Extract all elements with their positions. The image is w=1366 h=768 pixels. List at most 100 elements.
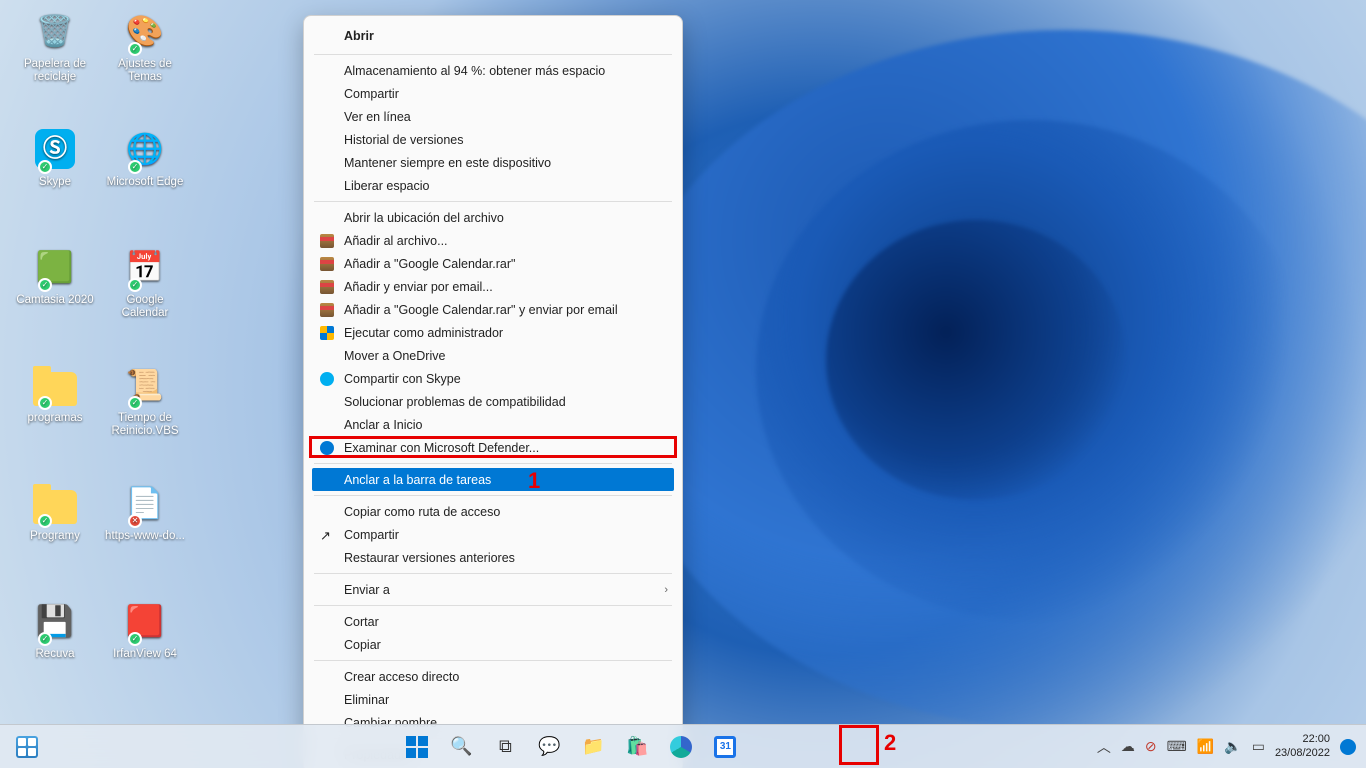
context-menu-item[interactable]: Añadir y enviar por email... bbox=[304, 275, 682, 298]
programy-icon bbox=[32, 480, 78, 526]
blank-icon bbox=[318, 636, 336, 654]
edge-icon: 🌐 bbox=[122, 126, 168, 172]
context-menu-item[interactable]: Compartir bbox=[304, 523, 682, 546]
explorer-button[interactable]: 📁 bbox=[574, 728, 612, 766]
context-menu-item[interactable]: Compartir con Skype bbox=[304, 367, 682, 390]
sync-badge-icon bbox=[38, 278, 52, 292]
context-menu-item[interactable]: Anclar a Inicio bbox=[304, 413, 682, 436]
context-menu-item-label: Añadir y enviar por email... bbox=[344, 280, 668, 294]
context-menu-open[interactable]: Abrir bbox=[304, 22, 682, 50]
context-menu-item-label: Enviar a bbox=[344, 583, 656, 597]
widgets-icon bbox=[16, 736, 38, 758]
desktop-icon-edge[interactable]: 🌐Microsoft Edge bbox=[104, 126, 186, 189]
taskbar: 🔍 ⧉ 💬 📁 🛍️ 31 ︿ ☁ ⊘ ⌨ 📶 🔈 ▭ 22:00 23/08/… bbox=[0, 724, 1366, 768]
context-menu-item-label: Cortar bbox=[344, 615, 668, 629]
blank-icon bbox=[318, 613, 336, 631]
blank-icon bbox=[318, 549, 336, 567]
context-menu-item[interactable]: Mantener siempre en este dispositivo bbox=[304, 151, 682, 174]
desktop-icon-ajustes-temas[interactable]: 🎨Ajustes de Temas bbox=[104, 8, 186, 83]
chat-button[interactable]: 💬 bbox=[530, 728, 568, 766]
context-menu-item[interactable]: Anclar a la barra de tareas bbox=[312, 468, 674, 491]
context-menu-item[interactable]: Crear acceso directo bbox=[304, 665, 682, 688]
context-menu: Abrir Almacenamiento al 94 %: obtener má… bbox=[303, 15, 683, 768]
defender-icon bbox=[318, 439, 336, 457]
context-menu-item-label: Compartir bbox=[344, 87, 668, 101]
desktop-icon-programas[interactable]: programas bbox=[14, 362, 96, 425]
context-menu-item[interactable]: Liberar espacio bbox=[304, 174, 682, 197]
google-calendar-taskbar-button[interactable]: 31 bbox=[706, 728, 744, 766]
tray-chevron-icon[interactable]: ︿ bbox=[1097, 737, 1111, 757]
desktop-icon-label: Ajustes de Temas bbox=[104, 58, 186, 83]
blank-icon bbox=[318, 108, 336, 126]
context-menu-item-label: Compartir con Skype bbox=[344, 372, 668, 386]
clock[interactable]: 22:00 23/08/2022 bbox=[1275, 733, 1330, 759]
search-button[interactable]: 🔍 bbox=[442, 728, 480, 766]
winrar-icon bbox=[318, 255, 336, 273]
windows-icon bbox=[406, 736, 428, 758]
context-menu-item[interactable]: Compartir bbox=[304, 82, 682, 105]
context-menu-item[interactable]: Examinar con Microsoft Defender... bbox=[304, 436, 682, 459]
context-menu-item[interactable]: Añadir al archivo... bbox=[304, 229, 682, 252]
context-menu-item-label: Añadir al archivo... bbox=[344, 234, 668, 248]
desktop-icon-programy[interactable]: Programy bbox=[14, 480, 96, 543]
widgets-button[interactable] bbox=[8, 728, 46, 766]
desktop-icon-tiempo-reinicio[interactable]: 📜Tiempo de Reinicio.VBS bbox=[104, 362, 186, 437]
folder-icon: 📁 bbox=[582, 736, 604, 757]
sync-badge-icon bbox=[128, 160, 142, 174]
onedrive-tray-icon[interactable]: ☁ bbox=[1121, 738, 1135, 755]
sync-badge-icon bbox=[128, 396, 142, 410]
context-menu-item[interactable]: Copiar bbox=[304, 633, 682, 656]
blank-icon bbox=[318, 62, 336, 80]
desktop[interactable]: 🗑️Papelera de reciclaje🎨Ajustes de Temas… bbox=[0, 0, 1366, 768]
context-menu-item-label: Solucionar problemas de compatibilidad bbox=[344, 395, 668, 409]
desktop-icon-irfanview[interactable]: 🟥IrfanView 64 bbox=[104, 598, 186, 661]
context-menu-item[interactable]: Añadir a "Google Calendar.rar" y enviar … bbox=[304, 298, 682, 321]
context-menu-item[interactable]: Restaurar versiones anteriores bbox=[304, 546, 682, 569]
security-tray-icon[interactable]: ⊘ bbox=[1145, 738, 1157, 755]
desktop-icon-https-dom[interactable]: 📄https-www-do... bbox=[104, 480, 186, 543]
context-menu-item[interactable]: Ejecutar como administrador bbox=[304, 321, 682, 344]
sync-badge-icon bbox=[38, 514, 52, 528]
context-menu-item-label: Crear acceso directo bbox=[344, 670, 668, 684]
battery-tray-icon[interactable]: ▭ bbox=[1252, 738, 1265, 755]
context-menu-item[interactable]: Copiar como ruta de acceso bbox=[304, 500, 682, 523]
start-button[interactable] bbox=[398, 728, 436, 766]
desktop-icon-label: Google Calendar bbox=[104, 294, 186, 319]
context-menu-item-label: Liberar espacio bbox=[344, 179, 668, 193]
context-menu-item[interactable]: Mover a OneDrive bbox=[304, 344, 682, 367]
context-menu-item[interactable]: Cortar bbox=[304, 610, 682, 633]
notifications-button[interactable] bbox=[1340, 739, 1356, 755]
camtasia-icon: 🟩 bbox=[32, 244, 78, 290]
context-menu-item[interactable]: Añadir a "Google Calendar.rar" bbox=[304, 252, 682, 275]
context-menu-item-label: Añadir a "Google Calendar.rar" y enviar … bbox=[344, 303, 668, 317]
context-menu-item[interactable]: Ver en línea bbox=[304, 105, 682, 128]
volume-tray-icon[interactable]: 🔈 bbox=[1224, 738, 1241, 755]
search-icon: 🔍 bbox=[450, 736, 472, 757]
desktop-icon-skype[interactable]: ⓈSkype bbox=[14, 126, 96, 189]
desktop-icon-google-calendar[interactable]: 📅Google Calendar bbox=[104, 244, 186, 319]
https-dom-icon: 📄 bbox=[122, 480, 168, 526]
desktop-icon-label: IrfanView 64 bbox=[104, 648, 186, 661]
context-menu-item-label: Anclar a Inicio bbox=[344, 418, 668, 432]
desktop-icon-recuva[interactable]: 💾Recuva bbox=[14, 598, 96, 661]
context-menu-item[interactable]: Eliminar bbox=[304, 688, 682, 711]
edge-button[interactable] bbox=[662, 728, 700, 766]
context-menu-item-label: Mantener siempre en este dispositivo bbox=[344, 156, 668, 170]
language-tray-icon[interactable]: ⌨ bbox=[1167, 738, 1187, 755]
sync-badge-icon bbox=[38, 632, 52, 646]
context-menu-item-label: Restaurar versiones anteriores bbox=[344, 551, 668, 565]
context-menu-item-label: Anclar a la barra de tareas bbox=[344, 473, 668, 487]
context-menu-item[interactable]: Abrir la ubicación del archivo bbox=[304, 206, 682, 229]
desktop-icon-recycle-bin[interactable]: 🗑️Papelera de reciclaje bbox=[14, 8, 96, 83]
context-menu-item[interactable]: Enviar a› bbox=[304, 578, 682, 601]
desktop-icon-camtasia[interactable]: 🟩Camtasia 2020 bbox=[14, 244, 96, 307]
shield-icon bbox=[318, 324, 336, 342]
desktop-icon-label: Papelera de reciclaje bbox=[14, 58, 96, 83]
context-menu-item[interactable]: Historial de versiones bbox=[304, 128, 682, 151]
store-button[interactable]: 🛍️ bbox=[618, 728, 656, 766]
context-menu-item[interactable]: Solucionar problemas de compatibilidad bbox=[304, 390, 682, 413]
wifi-tray-icon[interactable]: 📶 bbox=[1197, 738, 1214, 755]
task-view-button[interactable]: ⧉ bbox=[486, 728, 524, 766]
context-menu-item[interactable]: Almacenamiento al 94 %: obtener más espa… bbox=[304, 59, 682, 82]
skype-icon: Ⓢ bbox=[32, 126, 78, 172]
